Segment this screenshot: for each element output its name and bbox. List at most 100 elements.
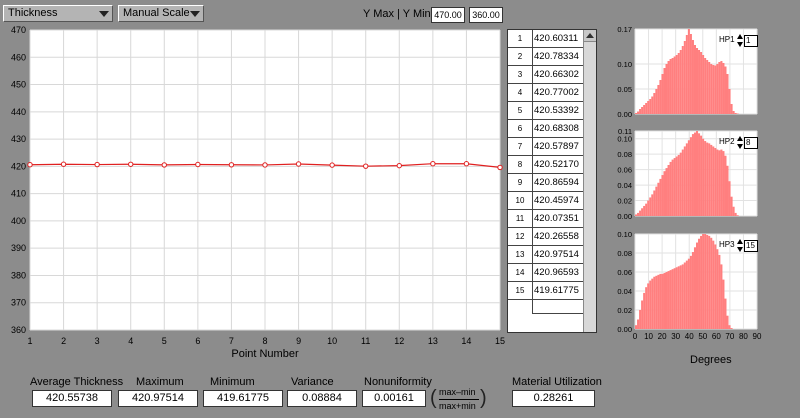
table-row[interactable]: 3 420.66302 — [508, 66, 584, 84]
hp-value-input[interactable]: 8 — [744, 137, 758, 149]
histogram-bar — [641, 300, 644, 329]
histogram-bar — [643, 292, 646, 329]
histogram-bar — [679, 152, 682, 216]
scale-select[interactable]: Manual Scale — [118, 5, 204, 22]
y-tick-label: 430 — [11, 134, 26, 144]
histogram-bar — [637, 319, 640, 329]
table-row[interactable]: 12 420.26558 — [508, 228, 584, 246]
histogram-bar — [700, 52, 703, 114]
data-point — [329, 162, 335, 168]
histogram-bar — [698, 133, 701, 216]
x-tick-label: 11 — [361, 336, 370, 346]
table-row[interactable]: 8 420.52170 — [508, 156, 584, 174]
histogram-bar — [671, 269, 674, 329]
hp-value-input[interactable]: 1 — [744, 35, 758, 47]
y-tick-label: 390 — [11, 243, 26, 253]
histogram-bar — [700, 235, 703, 329]
scroll-up-arrow-icon[interactable] — [584, 30, 596, 42]
histogram-y-tick-label: 0.02 — [617, 306, 632, 315]
histogram-x-tick-label: 60 — [712, 332, 721, 341]
histogram-bar — [724, 298, 727, 329]
row-index: 15 — [508, 282, 533, 299]
histogram-bar — [712, 146, 715, 216]
row-index: 3 — [508, 66, 533, 83]
histogram-bar — [696, 242, 699, 329]
table-scrollbar[interactable] — [583, 30, 596, 332]
hp-name: HP2 — [719, 137, 735, 146]
table-row[interactable]: 1 420.60311 — [508, 30, 584, 48]
row-index: 5 — [508, 102, 533, 119]
maximum-label: Maximum — [136, 376, 184, 388]
table-row[interactable]: 4 420.77002 — [508, 84, 584, 102]
x-tick-label: 13 — [428, 336, 438, 346]
row-index: 6 — [508, 120, 533, 137]
table-row[interactable]: 2 420.78334 — [508, 48, 584, 66]
y-tick-label: 470 — [11, 25, 26, 35]
spinner-arrows-icon[interactable] — [737, 34, 744, 48]
ymin-input[interactable]: 360.00 — [469, 7, 503, 23]
scale-select-value: Manual Scale — [123, 7, 190, 19]
histogram-bar — [655, 275, 658, 329]
histogram-bar — [712, 65, 715, 114]
histogram-bar — [718, 62, 721, 114]
hp-control[interactable]: HP1 1 — [719, 34, 758, 48]
table-row[interactable]: 9 420.86594 — [508, 174, 584, 192]
table-row[interactable]: 14 420.96593 — [508, 264, 584, 282]
histogram-bar — [667, 271, 670, 329]
histogram-bar — [647, 200, 650, 216]
data-point — [228, 162, 235, 168]
histogram-bar — [702, 234, 705, 329]
table-row[interactable]: 6 420.68308 — [508, 120, 584, 138]
hp-control[interactable]: HP2 8 — [719, 136, 758, 150]
measure-select[interactable]: Thickness — [3, 5, 113, 22]
spinner-arrows-icon[interactable] — [737, 239, 744, 253]
y-tick-label: 450 — [11, 80, 26, 90]
table-empty-row — [508, 300, 584, 314]
histogram-bar — [671, 58, 674, 114]
x-tick-label: 6 — [195, 336, 200, 346]
table-row[interactable]: 5 420.53392 — [508, 102, 584, 120]
y-tick-label: 400 — [11, 216, 26, 226]
x-tick-label: 8 — [262, 336, 267, 346]
histogram-y-tick-label: 0.02 — [617, 197, 632, 206]
y-tick-label: 440 — [11, 107, 26, 117]
histogram-bar — [645, 203, 648, 216]
histogram-x-tick-label: 70 — [725, 332, 734, 341]
histogram-bar — [689, 137, 692, 216]
row-index: 11 — [508, 210, 533, 227]
row-index: 8 — [508, 156, 533, 173]
hp-control[interactable]: HP3 15 — [719, 239, 758, 253]
histogram-bar — [651, 96, 654, 114]
histogram-bar — [736, 215, 739, 216]
spinner-arrows-icon[interactable] — [737, 136, 744, 150]
histogram-bar — [728, 181, 731, 216]
histogram-bar — [704, 58, 707, 114]
data-point — [396, 162, 402, 169]
table-row[interactable]: 11 420.07351 — [508, 210, 584, 228]
hp-value-input[interactable]: 15 — [744, 240, 758, 252]
x-tick-label: 10 — [327, 336, 337, 346]
histogram-bar — [687, 140, 690, 216]
histogram-bar — [693, 45, 696, 114]
histogram-bar — [689, 255, 692, 329]
histogram-bar — [679, 50, 682, 114]
x-tick-label: 3 — [95, 336, 100, 346]
histogram-bar — [643, 205, 646, 216]
table-row[interactable]: 10 420.45974 — [508, 192, 584, 210]
histogram-bar — [716, 249, 719, 329]
table-row[interactable]: 13 420.97514 — [508, 246, 584, 264]
histogram-bar — [653, 190, 656, 216]
histogram-bar — [671, 159, 674, 216]
row-index: 1 — [508, 30, 533, 47]
histogram-bar — [637, 111, 640, 114]
data-point — [497, 164, 503, 171]
histogram-bar — [665, 168, 668, 216]
histogram-bar — [722, 279, 725, 329]
ymax-input[interactable]: 470.00 — [431, 7, 465, 23]
row-value: 420.78334 — [534, 51, 579, 62]
histogram-y-tick-label: 0.00 — [617, 110, 632, 119]
table-row[interactable]: 15 419.61775 — [508, 282, 584, 300]
table-row[interactable]: 7 420.57897 — [508, 138, 584, 156]
histogram-bar — [659, 178, 662, 216]
histogram-bar — [673, 268, 676, 329]
